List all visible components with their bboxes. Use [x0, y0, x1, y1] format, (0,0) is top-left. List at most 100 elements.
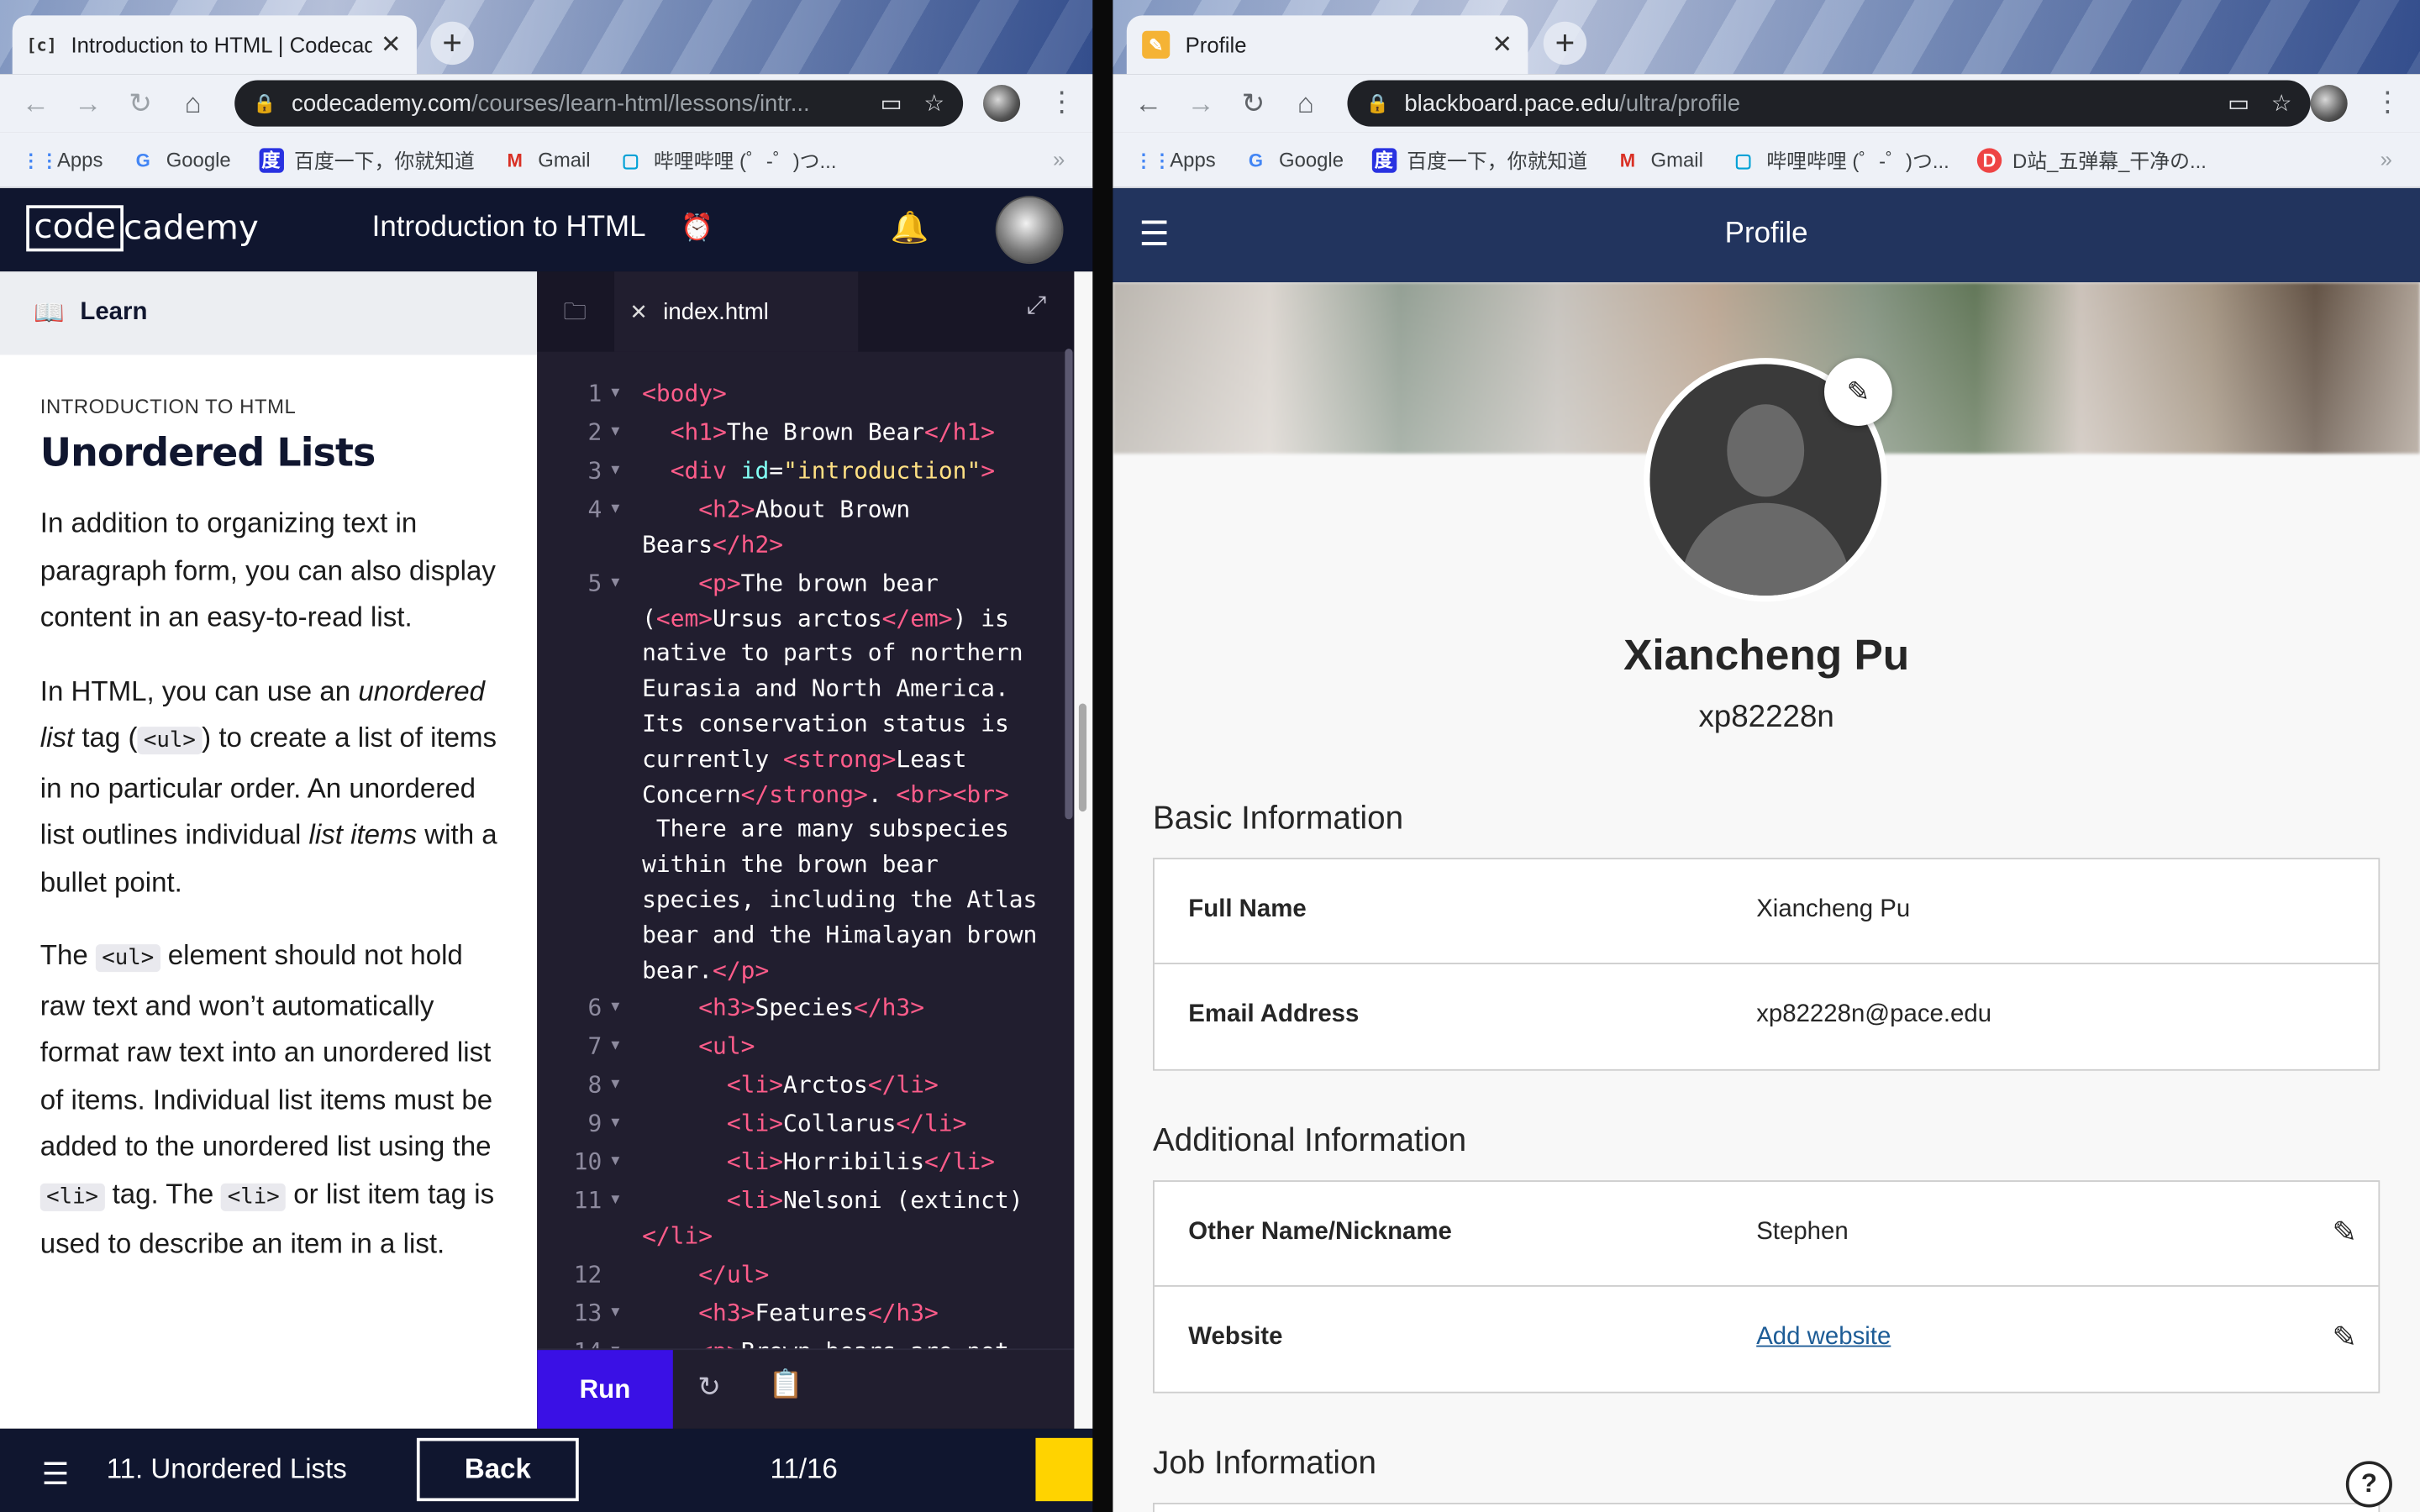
bookmark-baidu[interactable]: 度百度一下，你就知道: [258, 145, 475, 175]
profile-avatar[interactable]: [983, 85, 1021, 123]
course-title[interactable]: Introduction to HTML: [372, 212, 646, 245]
bookmark-d-station[interactable]: D D站_五弹幕_干净の...: [1976, 145, 2207, 175]
folder-icon[interactable]: 🗀: [563, 297, 587, 335]
close-file-icon[interactable]: ✕: [629, 298, 648, 324]
bookmark-gmail[interactable]: M Gmail: [502, 147, 591, 171]
basic-information-card: Full Name Xiancheng Pu Email Address xp8…: [1153, 858, 2381, 1071]
cast-icon[interactable]: ▭: [2228, 90, 2249, 117]
tab-close-icon[interactable]: ✕: [381, 29, 402, 60]
lock-icon: 🔒: [1365, 92, 1389, 114]
next-button[interactable]: [1035, 1437, 1093, 1502]
menu-icon[interactable]: ☰: [42, 1455, 70, 1494]
code-line: There are many subspecies: [642, 815, 1009, 843]
learn-tab[interactable]: 📖 Learn: [0, 271, 538, 355]
codecademy-window: [c] Introduction to HTML | Codecad ✕ + ←…: [0, 0, 1093, 1512]
lesson-name[interactable]: 11. Unordered Lists: [107, 1453, 347, 1486]
home-icon[interactable]: ⌂: [166, 87, 218, 120]
browser-tab-codecademy[interactable]: [c] Introduction to HTML | Codecad ✕: [12, 15, 417, 75]
code-area[interactable]: 1 ▼ <body> 2 ▼ <h1>The Brown Bear</h1> 3 ▼ <…: [537, 373, 1061, 1369]
back-button[interactable]: Back: [416, 1437, 579, 1502]
more-menu-icon[interactable]: ⋮: [2374, 87, 2402, 119]
reload-icon[interactable]: ↻: [1227, 87, 1279, 120]
reload-icon[interactable]: ↻: [114, 87, 166, 120]
codecademy-logo[interactable]: code cademy: [26, 205, 259, 252]
lesson-paragraph-3: The <ul> element should not hold raw tex…: [39, 939, 495, 1259]
page-scrollbar[interactable]: [1074, 271, 1093, 1429]
notification-bell-icon[interactable]: 🔔: [891, 208, 929, 247]
info-row-email: Email Address xp82228n@pace.edu: [1155, 964, 2379, 1069]
browser-tab-profile[interactable]: ✎ Profile ✕: [1126, 15, 1528, 75]
screen: [c] Introduction to HTML | Codecad ✕ + ←…: [0, 0, 2420, 1512]
user-avatar[interactable]: [995, 196, 1064, 265]
bookmark-google[interactable]: G Google: [130, 147, 231, 171]
edit-avatar-pencil-icon[interactable]: ✎: [1824, 358, 1892, 426]
bilibili-icon: ▢: [1734, 149, 1753, 171]
bookmark-baidu[interactable]: 度百度一下，你就知道: [1371, 145, 1587, 175]
editor-scrollbar[interactable]: [1065, 349, 1073, 820]
forward-arrow-icon[interactable]: →: [61, 87, 113, 120]
new-tab-button[interactable]: +: [430, 21, 474, 66]
lock-icon: 🔒: [253, 92, 276, 114]
alarm-clock-icon[interactable]: ⏰: [681, 213, 713, 244]
address-bar[interactable]: 🔒 blackboard.pace.edu/ultra/profile ▭ ☆: [1347, 80, 2311, 127]
window-divider[interactable]: [1092, 0, 1113, 1512]
gmail-icon: M: [507, 149, 523, 171]
google-icon: G: [1248, 149, 1264, 171]
bookmark-bilibili[interactable]: ▢ 哔哩哔哩 (゜-゜)つ...: [618, 145, 837, 175]
edit-website-pencil-icon[interactable]: ✎: [2332, 1320, 2356, 1356]
code-line: within the brown bear: [642, 850, 939, 879]
cast-icon[interactable]: ▭: [881, 90, 902, 117]
bookmark-google[interactable]: G Google: [1244, 147, 1344, 171]
help-question-icon[interactable]: ?: [2345, 1461, 2392, 1508]
field-value: Stephen: [1756, 1219, 1849, 1246]
bookmark-star-icon[interactable]: ☆: [923, 90, 944, 117]
bookmarks-overflow-icon[interactable]: »: [1053, 146, 1065, 171]
code-line: 6 ▼ <h3>Species</h3>: [587, 994, 925, 1022]
lesson-kicker: INTRODUCTION TO HTML: [39, 395, 297, 418]
profile-avatar[interactable]: [2310, 85, 2348, 123]
code-line: </li>: [642, 1222, 713, 1251]
address-bar[interactable]: 🔒 codecademy.com/courses/learn-html/less…: [234, 80, 964, 127]
apps-icon: ⋮⋮: [1134, 149, 1172, 171]
bookmark-star-icon[interactable]: ☆: [2271, 90, 2292, 117]
back-arrow-icon[interactable]: ←: [1122, 87, 1174, 120]
learn-panel: 📖 Learn INTRODUCTION TO HTML Unordered L…: [0, 271, 538, 1429]
bookmark-gmail[interactable]: M Gmail: [1615, 147, 1703, 171]
d-station-icon: D: [1976, 147, 2002, 172]
add-website-link[interactable]: Add website: [1756, 1324, 1891, 1352]
new-tab-button[interactable]: +: [1543, 21, 1587, 66]
info-row-website: Website Add website ✎: [1155, 1287, 2379, 1392]
tab-close-icon[interactable]: ✕: [1491, 29, 1512, 60]
code-line: Concern</strong>. <br><br>: [642, 780, 1009, 808]
copy-codebase-icon[interactable]: 📋: [769, 1368, 803, 1401]
basic-information-heading: Basic Information: [1153, 801, 1404, 837]
code-line: 10 ▼ <li>Horribilis</li>: [573, 1148, 995, 1177]
more-menu-icon[interactable]: ⋮: [1048, 87, 1076, 119]
home-icon[interactable]: ⌂: [1280, 87, 1332, 120]
code-line: 13 ▼ <h3>Features</h3>: [573, 1299, 939, 1327]
expand-icon[interactable]: ⤢: [1027, 293, 1047, 321]
code-line: species, including the Atlas: [642, 885, 1038, 914]
bookmark-apps[interactable]: ⋮⋮ Apps: [22, 147, 103, 171]
field-label: Email Address: [1188, 1001, 1360, 1028]
forward-arrow-icon[interactable]: →: [1175, 87, 1227, 120]
info-row-full-name: Full Name Xiancheng Pu: [1154, 859, 2379, 964]
code-line: 11 ▼ <li>Nelsoni (extinct): [573, 1187, 1023, 1215]
code-line: Its conservation status is: [642, 709, 1009, 738]
baidu-icon: 度: [1371, 147, 1397, 172]
reset-icon[interactable]: ↻: [697, 1372, 721, 1404]
blackboard-window: ✎ Profile ✕ + ← → ↻ ⌂ 🔒 blackboard.pace.…: [1113, 0, 2420, 1512]
tab-title: Introduction to HTML | Codecad: [71, 32, 371, 57]
edit-nickname-pencil-icon[interactable]: ✎: [2332, 1215, 2356, 1251]
profile-page: ✎ Xiancheng Pu xp82228n Basic Informatio…: [1113, 282, 2420, 1512]
editor-tab-index-html[interactable]: ✕ index.html: [614, 271, 859, 352]
bookmarks-overflow-icon[interactable]: »: [2381, 146, 2392, 171]
bookmarks-bar: ⋮⋮ Apps G Google 度百度一下，你就知道 M Gmail ▢ 哔哩哔哩 (…: [1113, 132, 2420, 189]
run-button[interactable]: Run: [537, 1350, 673, 1429]
back-arrow-icon[interactable]: ←: [9, 87, 61, 120]
bookmark-bilibili[interactable]: ▢ 哔哩哔哩 (゜-゜)つ...: [1731, 145, 1949, 175]
bookmark-apps[interactable]: ⋮⋮ Apps: [1134, 147, 1216, 171]
job-information-card: [1153, 1502, 2381, 1512]
scrollbar-thumb[interactable]: [1078, 703, 1087, 812]
additional-information-card: Other Name/Nickname Stephen ✎ Website Ad…: [1153, 1180, 2381, 1394]
